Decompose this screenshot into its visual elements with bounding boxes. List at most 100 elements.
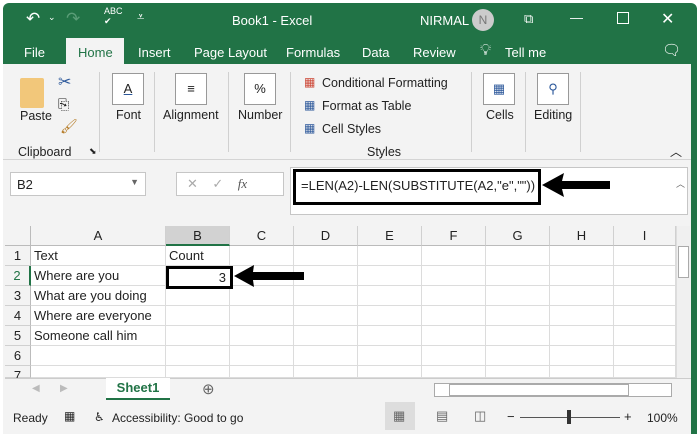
close-button[interactable]: ✕ [661, 9, 674, 29]
macro-record-icon[interactable]: ▦ [64, 409, 75, 423]
name-box[interactable]: B2 ▼ [10, 172, 146, 196]
cell-F3[interactable] [422, 286, 486, 306]
cell-G5[interactable] [486, 326, 550, 346]
avatar[interactable]: N [472, 9, 494, 31]
cell-B4[interactable] [166, 306, 230, 326]
cell-D3[interactable] [294, 286, 358, 306]
cell-C5[interactable] [230, 326, 294, 346]
column-header-C[interactable]: C [230, 226, 294, 246]
cell-F6[interactable] [422, 346, 486, 366]
column-header-A[interactable]: A [31, 226, 166, 246]
cell-F7[interactable] [422, 366, 486, 378]
sheet-tab-sheet1[interactable]: Sheet1 [106, 378, 170, 400]
cell-B1[interactable]: Count [166, 246, 230, 266]
minimize-button[interactable]: — [570, 10, 583, 25]
vertical-scroll-thumb[interactable] [678, 246, 689, 278]
cell-E3[interactable] [358, 286, 422, 306]
enter-icon[interactable]: ✓ [212, 176, 223, 191]
cell-I1[interactable] [614, 246, 676, 266]
collapse-ribbon-icon[interactable]: ︿ [670, 143, 682, 160]
cell-G6[interactable] [486, 346, 550, 366]
cell-A4[interactable]: Where are everyone [31, 306, 166, 326]
cell-B5[interactable] [166, 326, 230, 346]
cell-H3[interactable] [550, 286, 614, 306]
tab-data[interactable]: Data [362, 45, 389, 60]
cell-G7[interactable] [486, 366, 550, 378]
cell-E1[interactable] [358, 246, 422, 266]
number-icon[interactable]: % [244, 73, 276, 105]
format-as-table-button[interactable]: Format as Table [322, 99, 411, 113]
cell-E5[interactable] [358, 326, 422, 346]
ribbon-display-icon[interactable]: ⧉ [524, 11, 533, 27]
cell-A5[interactable]: Someone call him [31, 326, 166, 346]
cell-A1[interactable]: Text [31, 246, 166, 266]
vertical-scrollbar[interactable] [676, 226, 690, 378]
cell-B3[interactable] [166, 286, 230, 306]
horizontal-scroll-thumb[interactable] [449, 384, 629, 396]
cells-button[interactable]: Cells [486, 108, 514, 122]
page-layout-view-icon[interactable]: ▤ [436, 408, 448, 424]
zoom-level[interactable]: 100% [647, 411, 678, 425]
tab-formulas[interactable]: Formulas [286, 45, 340, 60]
cancel-icon[interactable]: ✕ [187, 176, 198, 191]
cell-C4[interactable] [230, 306, 294, 326]
cell-B2[interactable]: 3 [166, 266, 233, 289]
scroll-sheets-right-icon[interactable]: ▶ [60, 383, 68, 394]
cell-B7[interactable] [166, 366, 230, 378]
column-header-I[interactable]: I [614, 226, 676, 246]
column-header-F[interactable]: F [422, 226, 486, 246]
scroll-sheets-left-icon[interactable]: ◀ [32, 383, 40, 394]
format-painter-icon[interactable]: 🖌︎ [60, 118, 78, 135]
row-header-2[interactable]: 2 [5, 266, 31, 286]
cell-D1[interactable] [294, 246, 358, 266]
column-header-H[interactable]: H [550, 226, 614, 246]
new-sheet-icon[interactable]: ⊕ [202, 380, 215, 398]
cell-E6[interactable] [358, 346, 422, 366]
column-header-G[interactable]: G [486, 226, 550, 246]
maximize-button[interactable] [617, 12, 629, 24]
conditional-formatting-button[interactable]: Conditional Formatting [322, 76, 448, 90]
cell-G3[interactable] [486, 286, 550, 306]
cell-F4[interactable] [422, 306, 486, 326]
cell-F5[interactable] [422, 326, 486, 346]
horizontal-scrollbar[interactable] [434, 383, 672, 397]
cell-I4[interactable] [614, 306, 676, 326]
insert-function-icon[interactable]: fx [238, 176, 247, 191]
alignment-button[interactable]: Alignment [163, 108, 219, 122]
cell-styles-button[interactable]: Cell Styles [322, 122, 381, 136]
cells-icon[interactable]: ▦ [483, 73, 515, 105]
row-header-4[interactable]: 4 [5, 306, 31, 326]
editing-button[interactable]: Editing [534, 108, 572, 122]
page-break-view-icon[interactable]: ◫ [474, 408, 486, 424]
cell-A3[interactable]: What are you doing [31, 286, 166, 306]
cell-H7[interactable] [550, 366, 614, 378]
customize-toolbar-icon[interactable]: ⩡ [137, 9, 144, 25]
cell-G4[interactable] [486, 306, 550, 326]
cell-H2[interactable] [550, 266, 614, 286]
cell-A6[interactable] [31, 346, 166, 366]
tab-home[interactable]: Home [78, 45, 113, 60]
accessibility-status[interactable]: Accessibility: Good to go [112, 411, 243, 425]
cell-D4[interactable] [294, 306, 358, 326]
cell-E7[interactable] [358, 366, 422, 378]
row-header-7[interactable]: 7 [5, 366, 31, 383]
cut-icon[interactable]: ✂ [58, 72, 71, 92]
cell-D5[interactable] [294, 326, 358, 346]
cell-G1[interactable] [486, 246, 550, 266]
expand-formula-icon[interactable]: ︿ [676, 177, 685, 190]
editing-icon[interactable]: ⚲ [537, 73, 569, 105]
copy-icon[interactable]: ⎘ [58, 96, 69, 113]
column-header-E[interactable]: E [358, 226, 422, 246]
undo-dropdown-icon[interactable]: ⌄ [48, 12, 56, 23]
row-header-3[interactable]: 3 [5, 286, 31, 306]
font-button[interactable]: Font [116, 108, 141, 122]
comments-icon[interactable]: 🗨︎ [662, 41, 681, 59]
cell-I3[interactable] [614, 286, 676, 306]
zoom-out-button[interactable]: − [507, 409, 515, 424]
cell-C3[interactable] [230, 286, 294, 306]
alignment-icon[interactable]: ≡ [175, 73, 207, 105]
cell-H6[interactable] [550, 346, 614, 366]
cell-A7[interactable] [31, 366, 166, 378]
cell-B6[interactable] [166, 346, 230, 366]
cell-D6[interactable] [294, 346, 358, 366]
